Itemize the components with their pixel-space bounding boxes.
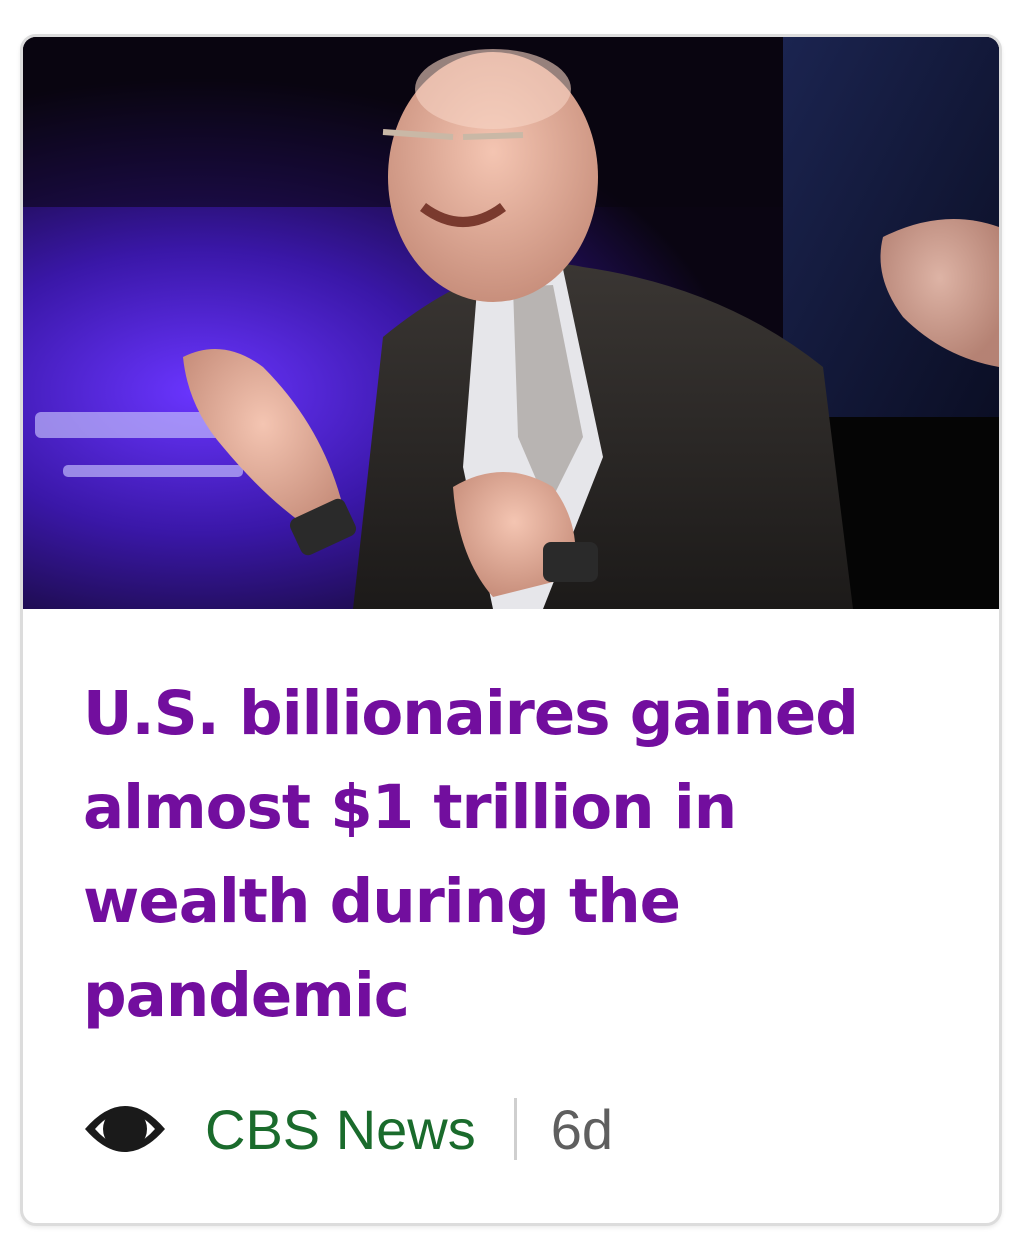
provider-name[interactable]: CBS News	[205, 1097, 476, 1162]
headline[interactable]: U.S. billionaires gained almost $1 trill…	[83, 667, 943, 1043]
news-card[interactable]: U.S. billionaires gained almost $1 trill…	[20, 34, 1002, 1226]
story-age: 6d	[550, 1097, 614, 1161]
cbs-eye-logo-icon	[83, 1087, 167, 1171]
story-meta: CBS News 6d	[83, 1089, 613, 1169]
news-photo[interactable]	[23, 37, 999, 609]
meta-divider	[513, 1098, 517, 1160]
